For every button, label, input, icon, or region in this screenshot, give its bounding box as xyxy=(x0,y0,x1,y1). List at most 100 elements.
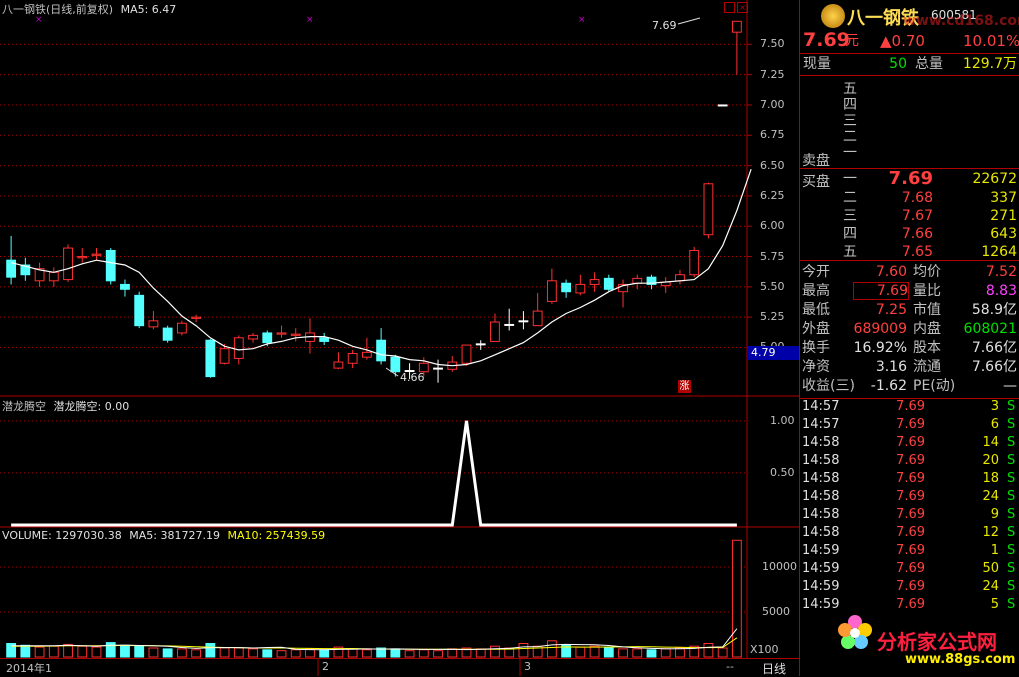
candle-body-up xyxy=(276,332,287,335)
volume-ma10: MA10: 257439.59 xyxy=(227,529,326,542)
tick-price: 7.69 xyxy=(896,507,925,522)
buy-level-label: 一 xyxy=(843,171,857,187)
tick-time: 14:57 xyxy=(802,417,840,432)
tick-price: 7.69 xyxy=(896,453,925,468)
stat-value: 7.66亿 xyxy=(971,359,1017,375)
tick-side: S xyxy=(1007,453,1016,468)
brand-watermark: 分析家公式网 xyxy=(877,630,997,654)
buy-volume: 337 xyxy=(990,190,1017,206)
candle-body-up xyxy=(176,322,187,334)
tick-side: S xyxy=(1007,579,1016,594)
stats-row: 收益(三) -1.62 PE(动) — xyxy=(799,377,1019,395)
volume-bar-up xyxy=(77,645,88,658)
tick-side: S xyxy=(1007,489,1016,504)
buy-level-row[interactable]: 二 7.68 337 xyxy=(799,189,1019,207)
candle-body-up xyxy=(148,320,159,328)
tick-volume: 24 xyxy=(982,579,999,594)
stats-row: 净资 3.16 流通 7.66亿 xyxy=(799,358,1019,376)
tick-price: 7.69 xyxy=(896,579,925,594)
volume-bar-down xyxy=(20,644,31,658)
high-arrow xyxy=(677,17,701,25)
tick-price: 7.69 xyxy=(896,543,925,558)
tick-row: 14:58 7.69 24 S xyxy=(799,488,1019,506)
candle-body-up xyxy=(589,279,600,285)
volume-bar-down xyxy=(262,649,273,658)
volume-bar-up xyxy=(589,645,600,658)
tick-row: 14:57 7.69 3 S xyxy=(799,398,1019,416)
buy-level-row[interactable]: 三 7.67 271 xyxy=(799,207,1019,225)
buy-price: 7.66 xyxy=(901,226,933,242)
sell-level-label: 一 xyxy=(843,145,857,161)
volume-bar-down xyxy=(120,644,130,658)
sell-label: 卖盘 xyxy=(802,153,830,169)
period-selector[interactable]: 日线 xyxy=(762,660,786,677)
tick-side: S xyxy=(1007,399,1016,414)
volume-tick-label: 10000 xyxy=(762,560,797,573)
indicator-value: 潜龙腾空: 0.00 xyxy=(53,400,130,413)
tick-time: 14:58 xyxy=(802,507,840,522)
stat-label: 换手 xyxy=(802,340,830,356)
quote-panel: 八一钢铁 600581 www.cd168.com 7.69 元 ▲0.70 1… xyxy=(799,0,1019,676)
candle-body-down xyxy=(717,104,728,107)
tick-time: 14:58 xyxy=(802,453,840,468)
tick-price: 7.69 xyxy=(896,561,925,576)
tick-time: 14:58 xyxy=(802,435,840,450)
price-tick-label: 7.00 xyxy=(760,97,785,111)
nav-button[interactable]: -- xyxy=(726,660,734,673)
stat-value: -1.62 xyxy=(870,378,907,394)
volume-bar-down xyxy=(603,647,614,658)
candle-body-up xyxy=(361,351,372,358)
volume-bar-up xyxy=(148,647,159,658)
volume-bar-up xyxy=(404,650,415,658)
ma5-label: MA5: 6.47 xyxy=(120,3,177,16)
candle-body-up xyxy=(91,253,102,256)
candle-body-up xyxy=(490,321,500,342)
time-label-feb: 2 xyxy=(322,660,329,673)
stats-row: 外盘 689009 内盘 608021 xyxy=(799,320,1019,338)
buy-level-label: 四 xyxy=(843,226,857,242)
candle-body-down xyxy=(162,327,173,341)
volume-bar-up xyxy=(48,645,59,658)
total-vol: 129.7万 xyxy=(962,56,1017,72)
tick-row: 14:57 7.69 6 S xyxy=(799,416,1019,434)
tick-time: 14:59 xyxy=(802,597,840,612)
tick-row: 14:58 7.69 12 S xyxy=(799,524,1019,542)
stock-title: 八一钢铁(日线,前复权) xyxy=(2,3,114,16)
current-vol-label: 现量 xyxy=(803,56,831,72)
price-unit: 元 xyxy=(845,33,859,49)
buy-level-row[interactable]: 一 7.69 22672 xyxy=(799,170,1019,188)
tick-time: 14:58 xyxy=(802,471,840,486)
price-tick-label: 6.25 xyxy=(760,188,785,202)
close-icon[interactable]: × xyxy=(737,2,748,13)
candle-body-down xyxy=(475,343,486,346)
buy-price: 7.69 xyxy=(888,168,933,189)
tick-volume: 9 xyxy=(990,507,999,522)
low-price-marker: 4.66 xyxy=(400,371,425,384)
tick-time: 14:59 xyxy=(802,561,840,576)
candle-body-up xyxy=(248,334,258,340)
buy-price: 7.68 xyxy=(901,190,933,206)
buy-level-row[interactable]: 四 7.66 643 xyxy=(799,225,1019,243)
buy-level-row[interactable]: 五 7.65 1264 xyxy=(799,243,1019,261)
tick-row: 14:59 7.69 24 S xyxy=(799,578,1019,596)
logo-icon xyxy=(821,4,845,28)
stat-label: 均价 xyxy=(913,264,941,280)
volume-bar-up xyxy=(91,646,102,658)
brand-url: www.88gs.com xyxy=(905,652,1016,667)
candle-body-up xyxy=(632,277,643,284)
buy-volume: 22672 xyxy=(972,171,1017,187)
volume-bar-up xyxy=(176,648,187,658)
indicator-name: 潜龙腾空 xyxy=(2,400,46,413)
tick-side: S xyxy=(1007,597,1016,612)
volume-bar-up xyxy=(433,650,443,658)
restore-icon[interactable] xyxy=(724,2,735,13)
candle-body-up xyxy=(290,333,301,336)
tick-time: 14:59 xyxy=(802,579,840,594)
stat-label: 市值 xyxy=(913,302,941,318)
time-label-jan: 2014年1 xyxy=(6,662,52,675)
chart-area[interactable]: × × × xyxy=(0,0,799,676)
tick-volume: 24 xyxy=(982,489,999,504)
stat-value: 16.92% xyxy=(853,340,907,356)
volume-tick-label: 5000 xyxy=(762,605,790,618)
flower-logo-icon xyxy=(837,614,873,650)
